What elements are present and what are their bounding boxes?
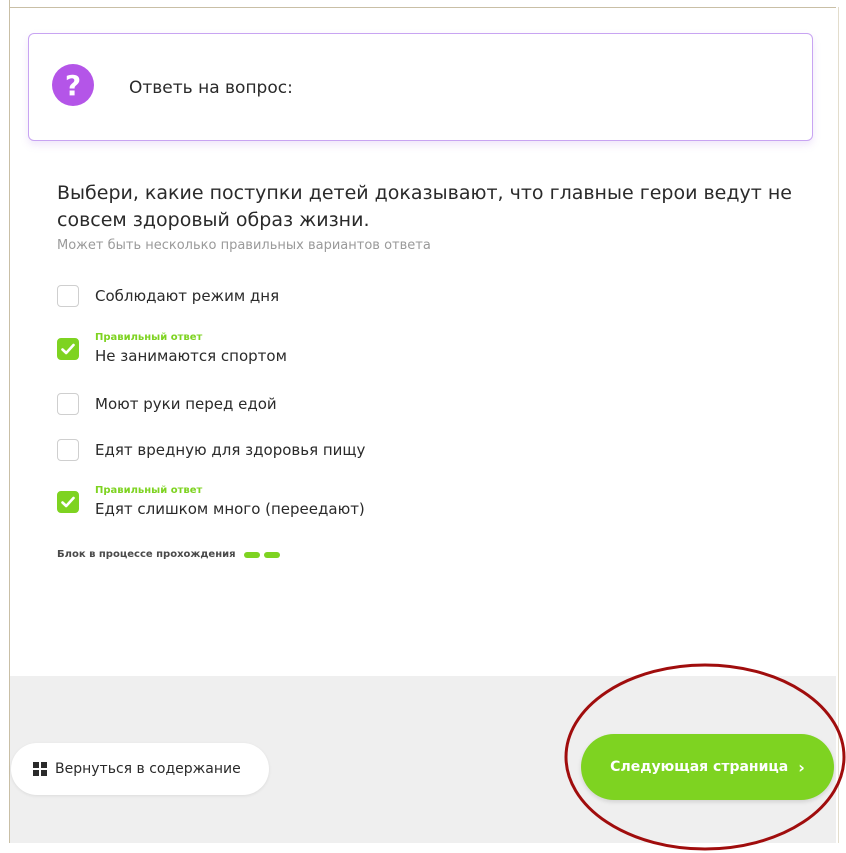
option-label: Едят вредную для здоровья пищу — [95, 441, 366, 459]
progress-segment — [243, 551, 260, 558]
option-item[interactable]: Моют руки перед едой — [57, 393, 277, 415]
checkbox[interactable] — [57, 285, 79, 307]
correct-answer-label: Правильный ответ — [95, 485, 203, 496]
checkbox[interactable] — [57, 393, 79, 415]
window-top-border — [0, 0, 846, 8]
question-prompt: Выбери, какие поступки детей доказывают,… — [57, 182, 792, 231]
window-right-border — [838, 7, 839, 843]
progress-label: Блок в процессе прохождения — [57, 549, 236, 560]
back-to-contents-button[interactable]: Вернуться в содержание — [11, 743, 269, 795]
question-card: ? Ответь на вопрос: — [28, 33, 813, 141]
question-hint: Может быть несколько правильных варианто… — [57, 238, 431, 253]
checkbox-checked[interactable] — [57, 337, 79, 360]
checkmark-icon — [61, 343, 75, 354]
checkbox[interactable] — [57, 439, 79, 461]
question-card-title: Ответь на вопрос: — [129, 78, 293, 98]
question-mark-icon: ? — [52, 64, 94, 106]
option-item[interactable]: Соблюдают режим дня — [57, 285, 279, 307]
option-item[interactable]: Едят вредную для здоровья пищу — [57, 439, 365, 461]
correct-answer-label: Правильный ответ — [95, 332, 203, 343]
checkbox-checked[interactable] — [57, 490, 79, 513]
checkmark-icon — [61, 496, 75, 507]
option-item[interactable]: Правильный ответ Не занимаются спортом — [57, 332, 287, 365]
back-button-label: Вернуться в содержание — [55, 761, 241, 777]
grid-icon — [33, 762, 47, 776]
option-label: Моют руки перед едой — [95, 395, 277, 413]
block-progress: Блок в процессе прохождения — [57, 549, 280, 560]
window-left-border — [0, 0, 10, 843]
chevron-right-icon: › — [798, 757, 805, 777]
option-item[interactable]: Правильный ответ Едят слишком много (пер… — [57, 485, 365, 518]
option-label: Едят слишком много (переедают) — [95, 500, 365, 518]
option-label: Соблюдают режим дня — [95, 287, 280, 305]
next-button-label: Следующая страница — [610, 759, 789, 775]
next-page-button[interactable]: Следующая страница › — [581, 734, 834, 800]
progress-segment — [263, 551, 280, 558]
option-label: Не занимаются спортом — [95, 347, 287, 365]
